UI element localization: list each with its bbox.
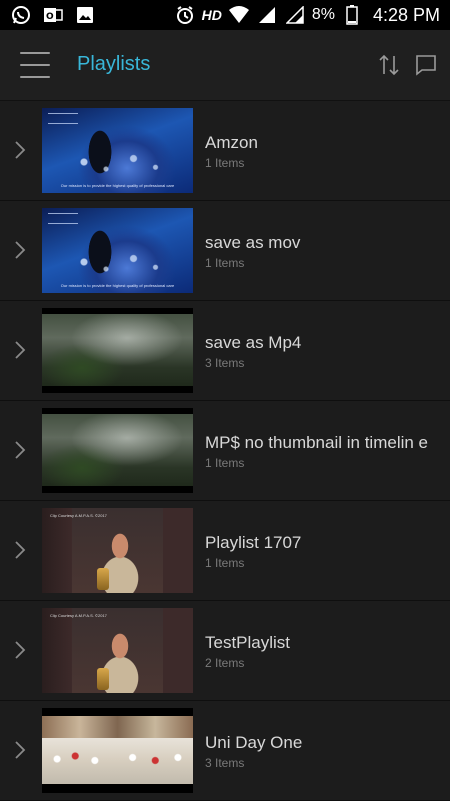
playlist-name: save as mov — [205, 233, 301, 252]
playlist-thumbnail: Clip Courtesy A.M.P.A.S. ©2017 — [42, 608, 193, 693]
playlist-name: MP$ no thumbnail in timelin e — [205, 433, 429, 452]
wifi-icon — [228, 4, 250, 26]
playlist-count: 1 Items — [205, 456, 245, 470]
logo — [48, 113, 78, 124]
playlist-count: 1 Items — [205, 256, 245, 270]
playlist-row[interactable]: Our mission is to provide the highest qu… — [0, 201, 450, 301]
hd-indicator: HD — [201, 7, 222, 23]
playlist-count: 1 Items — [205, 556, 245, 570]
playlist-thumbnail: Clip Courtesy A.M.P.A.S. ©2017 — [42, 508, 193, 593]
playlist-count: 1 Items — [205, 156, 245, 170]
playlist-name: save as Mp4 — [205, 333, 302, 352]
status-bar: O HD 8% 4:28 PM — [0, 0, 450, 30]
app-bar: Playlists — [0, 30, 450, 101]
playlist-thumbnail — [42, 708, 193, 793]
playlist-row[interactable]: Clip Courtesy A.M.P.A.S. ©2017 TestPlayl… — [0, 601, 450, 701]
playlist-count: 2 Items — [205, 656, 245, 670]
playlist-row[interactable]: Our mission is to provide the highest qu… — [0, 101, 450, 201]
chevron-right-icon[interactable] — [13, 740, 27, 760]
clock: 4:28 PM — [372, 4, 440, 25]
thumbnail-caption: Our mission is to provide the highest qu… — [60, 283, 175, 288]
chevron-right-icon[interactable] — [13, 440, 27, 460]
playlist-row[interactable]: Uni Day One 3 Items — [0, 701, 450, 801]
battery-icon — [341, 4, 363, 26]
signal-icon — [256, 4, 278, 26]
playlist-list: Our mission is to provide the highest qu… — [0, 101, 450, 801]
page-title: Playlists — [77, 53, 151, 75]
alarm-icon — [174, 4, 196, 26]
signal-icon-secondary — [284, 4, 306, 26]
playlist-count: 3 Items — [205, 756, 245, 770]
playlist-name: TestPlaylist — [205, 633, 291, 652]
thumbnail-caption: Our mission is to provide the highest qu… — [60, 183, 175, 188]
message-icon[interactable] — [414, 53, 438, 77]
playlist-name: Playlist 1707 — [205, 533, 302, 552]
chevron-right-icon[interactable] — [13, 240, 27, 260]
outlook-icon: O — [42, 4, 64, 26]
chevron-right-icon[interactable] — [13, 340, 27, 360]
thumbnail-caption: Clip Courtesy A.M.P.A.S. ©2017 — [50, 613, 107, 618]
sort-icon[interactable] — [376, 52, 402, 78]
playlist-thumbnail: Our mission is to provide the highest qu… — [42, 108, 193, 193]
thumbnail-caption: Clip Courtesy A.M.P.A.S. ©2017 — [50, 513, 107, 518]
svg-text:O: O — [46, 12, 54, 22]
playlist-thumbnail: Our mission is to provide the highest qu… — [42, 208, 193, 293]
battery-percent: 8% — [311, 6, 335, 23]
playlist-name: Amzon — [205, 133, 258, 152]
playlist-name: Uni Day One — [205, 733, 303, 752]
playlist-row[interactable]: save as Mp4 3 Items — [0, 301, 450, 401]
gallery-icon — [74, 4, 96, 26]
chevron-right-icon[interactable] — [13, 640, 27, 660]
playlist-thumbnail — [42, 308, 193, 393]
hamburger-menu-icon[interactable] — [20, 52, 50, 78]
playlist-count: 3 Items — [205, 356, 245, 370]
playlist-row[interactable]: Clip Courtesy A.M.P.A.S. ©2017 Playlist … — [0, 501, 450, 601]
playlist-thumbnail — [42, 408, 193, 493]
playlist-row[interactable]: MP$ no thumbnail in timelin e 1 Items — [0, 401, 450, 501]
chevron-right-icon[interactable] — [13, 540, 27, 560]
whatsapp-icon — [10, 4, 32, 26]
logo — [48, 213, 78, 224]
chevron-right-icon[interactable] — [13, 140, 27, 160]
